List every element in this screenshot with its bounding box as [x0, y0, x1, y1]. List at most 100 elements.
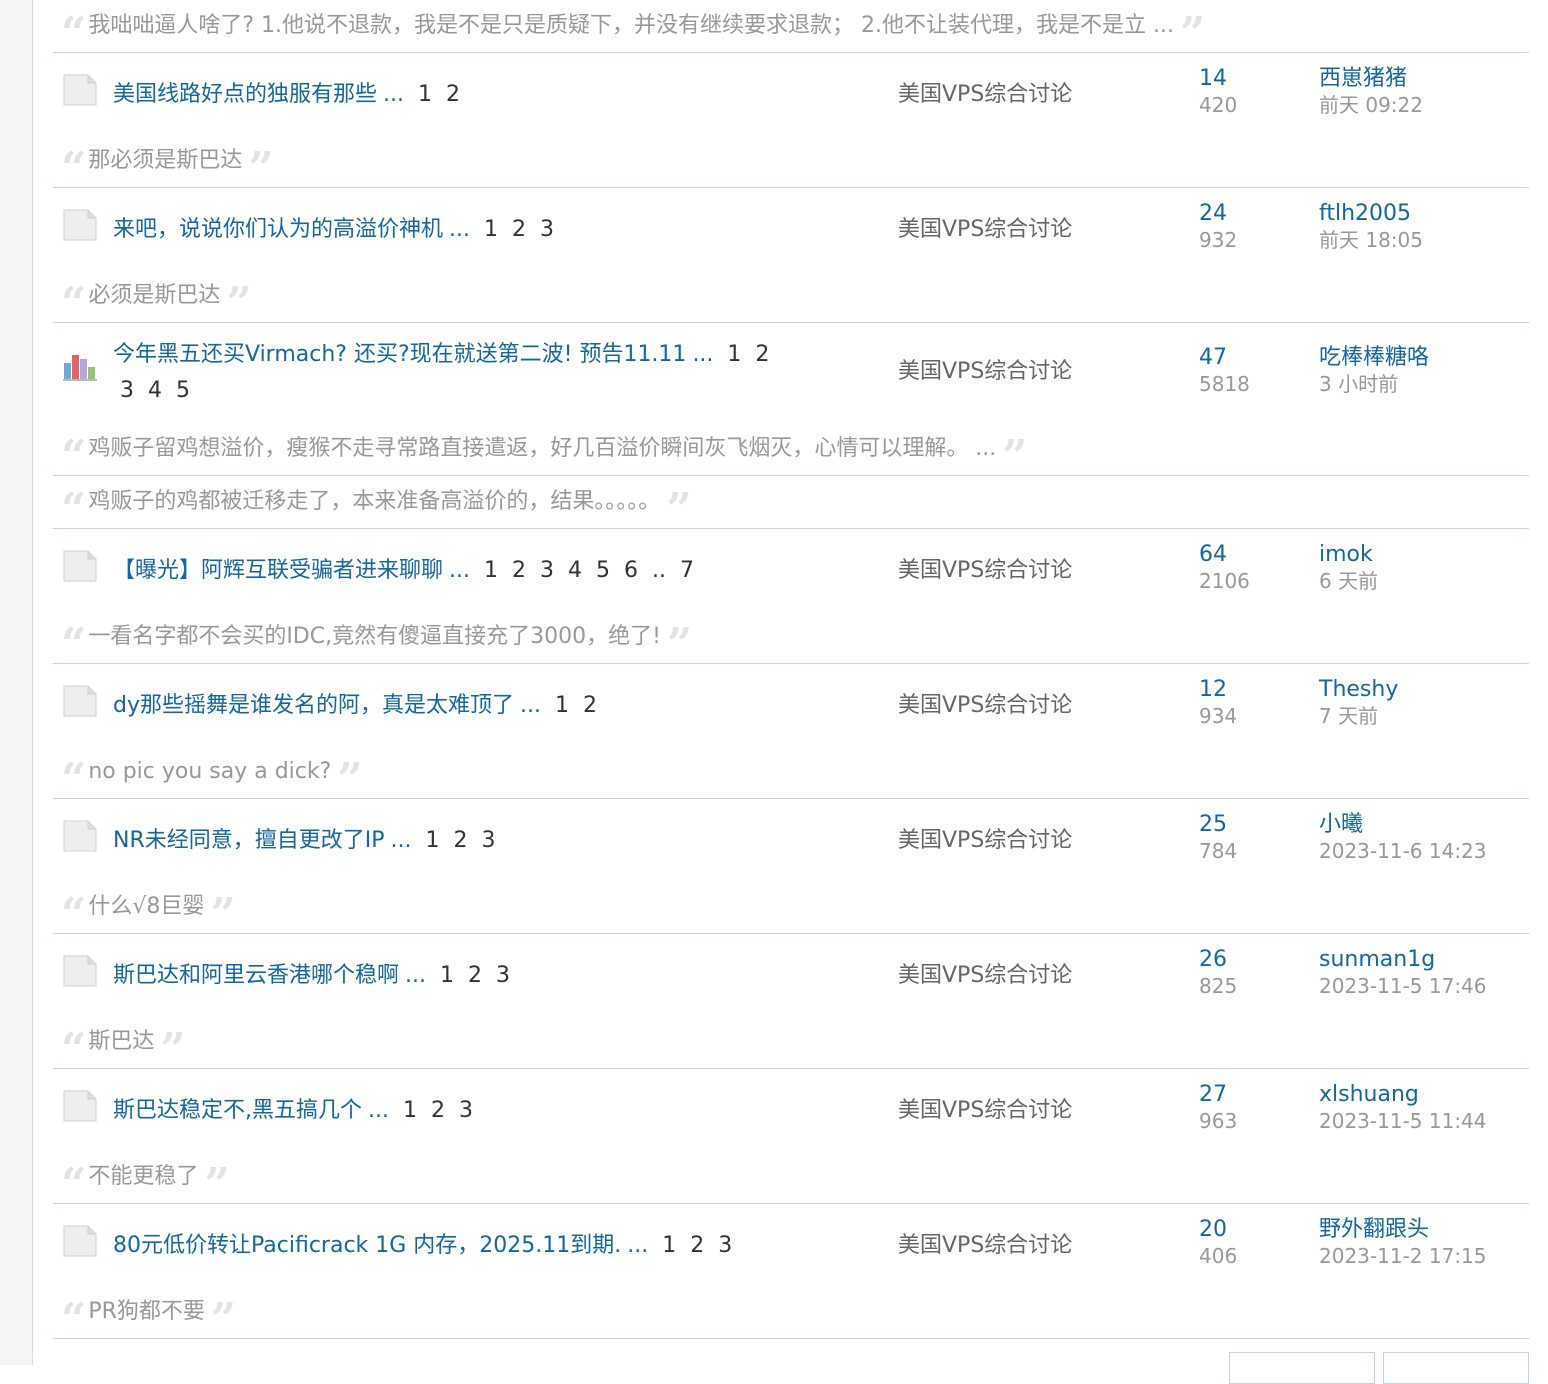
thread-row: 斯巴达稳定不,黑五搞几个... 1 2 3 美国VPS综合讨论 27 963 xlshuan… [53, 1069, 1529, 1151]
page-link[interactable]: 5 [176, 373, 190, 409]
page-link[interactable]: 2 [755, 337, 769, 373]
thread-list: “我咄咄逼人啥了? 1.他说不退款，我是不是只是质疑下，并没有继续要求退款； 2… [53, 0, 1529, 1345]
page-link[interactable]: 2 [690, 1229, 704, 1263]
last-poster-link[interactable]: 野外翻跟头 [1319, 1216, 1487, 1243]
quote-text: no pic you say a dick? [88, 759, 332, 784]
last-post-time[interactable]: 前天 09:22 [1319, 92, 1423, 119]
page-link[interactable]: 2 [446, 78, 460, 112]
thread-counts: 20 406 [1199, 1216, 1237, 1270]
page-link[interactable]: 1 [484, 213, 498, 247]
last-poster-link[interactable]: imok [1319, 541, 1378, 568]
last-post-time[interactable]: 2023-11-2 17:15 [1319, 1243, 1487, 1270]
thread-title-area: dy那些摇舞是谁发名的阿，真是太难顶了... 12 [113, 689, 913, 723]
last-poster-link[interactable]: xlshuang [1319, 1081, 1487, 1108]
page-link[interactable]: 2 [583, 689, 597, 723]
folder-icon [63, 955, 97, 987]
reply-count[interactable]: 12 [1199, 676, 1237, 703]
pager-button-next[interactable] [1383, 1352, 1529, 1384]
left-sidebar-rail [0, 0, 33, 1365]
quote-text: 一看名字都不会买的IDC,竟然有傻逼直接充了3000，绝了! [88, 624, 661, 649]
last-poster-link[interactable]: Theshy [1319, 676, 1398, 703]
thread-title-link[interactable]: 美国线路好点的独服有那些 [113, 82, 377, 107]
page-link[interactable]: 2 [512, 213, 526, 247]
page-link[interactable]: 7 [680, 554, 694, 588]
last-post-time[interactable]: 7 天前 [1319, 703, 1398, 730]
last-post-time[interactable]: 6 天前 [1319, 568, 1378, 595]
thread-title-link[interactable]: dy那些摇舞是谁发名的阿，真是太难顶了 [113, 693, 514, 718]
pager-button-prev[interactable] [1229, 1352, 1375, 1384]
last-poster-link[interactable]: 吃棒棒糖咯 [1319, 344, 1429, 371]
last-post-time[interactable]: 2023-11-5 11:44 [1319, 1108, 1487, 1135]
quote-text: 不能更稳了 [88, 1164, 199, 1189]
open-quote-icon: “ [61, 278, 87, 329]
thread-title-area: 美国线路好点的独服有那些... 12 [113, 78, 913, 112]
last-poster-link[interactable]: sunman1g [1319, 946, 1487, 973]
thread-title-link[interactable]: 斯巴达和阿里云香港哪个稳啊 [113, 963, 399, 988]
thread-title-link[interactable]: 今年黑五还买Virmach? 还买?现在就送第二波! 预告11.11 [113, 342, 686, 367]
page-link[interactable]: 3 [496, 959, 510, 993]
page-link[interactable]: 1 [662, 1229, 676, 1263]
reply-count[interactable]: 24 [1199, 200, 1237, 227]
page-link[interactable]: 6 [624, 554, 638, 588]
thread-title-link[interactable]: 80元低价转让Pacificrack 1G 内存，2025.11到期. [113, 1233, 621, 1258]
reply-count[interactable]: 14 [1199, 65, 1237, 92]
page-link[interactable]: 1 [555, 689, 569, 723]
page-link[interactable]: 4 [148, 373, 162, 409]
last-post-time[interactable]: 前天 18:05 [1319, 227, 1423, 254]
close-quote-icon: ” [1179, 8, 1206, 59]
thread-title-link[interactable]: 斯巴达稳定不,黑五搞几个 [113, 1098, 362, 1123]
thread-title-link[interactable]: 【曝光】阿辉互联受骗者进来聊聊 [113, 558, 443, 583]
last-poster-link[interactable]: 西崽猪猪 [1319, 65, 1423, 92]
page-link[interactable]: 3 [481, 824, 495, 858]
page-link[interactable]: 1 [418, 78, 432, 112]
thread-row: NR未经同意，擅自更改了IP... 1 2 3 美国VPS综合讨论 25 784 小曦 202… [53, 799, 1529, 881]
page-link[interactable]: 2 [431, 1094, 445, 1128]
last-post-time[interactable]: 3 小时前 [1319, 371, 1429, 398]
forum-link[interactable]: 美国VPS综合讨论 [898, 959, 1072, 993]
last-poster-link[interactable]: ftlh2005 [1319, 200, 1423, 227]
close-quote-icon: ” [337, 754, 363, 805]
page-link[interactable]: 2 [468, 959, 482, 993]
forum-link[interactable]: 美国VPS综合讨论 [898, 824, 1072, 858]
forum-link[interactable]: 美国VPS综合讨论 [898, 78, 1072, 112]
page-link[interactable]: 4 [568, 554, 582, 588]
page-link[interactable]: 3 [540, 554, 554, 588]
last-post-time[interactable]: 2023-11-6 14:23 [1319, 838, 1487, 865]
thread-title-area: NR未经同意，擅自更改了IP... 123 [113, 824, 913, 858]
quote-text: PR狗都不要 [88, 1299, 205, 1324]
reply-count[interactable]: 47 [1199, 344, 1250, 371]
forum-link[interactable]: 美国VPS综合讨论 [898, 554, 1072, 588]
reply-count[interactable]: 20 [1199, 1216, 1237, 1243]
reply-count[interactable]: 26 [1199, 946, 1237, 973]
close-quote-icon: ” [210, 1294, 237, 1345]
page-link[interactable]: 1 [727, 337, 741, 373]
forum-link[interactable]: 美国VPS综合讨论 [898, 1094, 1072, 1128]
forum-link[interactable]: 美国VPS综合讨论 [898, 689, 1072, 723]
page-link[interactable]: 1 [403, 1094, 417, 1128]
last-post-time[interactable]: 2023-11-5 17:46 [1319, 973, 1487, 1000]
page-link[interactable]: 3 [718, 1229, 732, 1263]
page-link[interactable]: .. [652, 554, 666, 588]
page-link[interactable]: 3 [540, 213, 554, 247]
forum-link[interactable]: 美国VPS综合讨论 [898, 213, 1072, 247]
page-link[interactable]: 1 [425, 824, 439, 858]
thread-title-area: 来吧，说说你们认为的高溢价神机... 123 [113, 213, 913, 247]
forum-link[interactable]: 美国VPS综合讨论 [898, 355, 1072, 389]
last-reply-quote: “必须是斯巴达” [53, 270, 1529, 329]
thread-title-link[interactable]: NR未经同意，擅自更改了IP [113, 828, 385, 853]
page-link[interactable]: 1 [484, 554, 498, 588]
thread-title-link[interactable]: 来吧，说说你们认为的高溢价神机 [113, 217, 443, 242]
reply-count[interactable]: 64 [1199, 541, 1250, 568]
reply-count[interactable]: 25 [1199, 811, 1237, 838]
reply-count[interactable]: 27 [1199, 1081, 1237, 1108]
page-link[interactable]: 2 [453, 824, 467, 858]
forum-link[interactable]: 美国VPS综合讨论 [898, 1229, 1072, 1263]
last-poster-link[interactable]: 小曦 [1319, 811, 1487, 838]
page-link[interactable]: 5 [596, 554, 610, 588]
page-link[interactable]: 3 [120, 373, 134, 409]
last-reply-quote: “鸡贩子的鸡都被迁移走了，本来准备高溢价的，结果。。。。。” [53, 476, 1529, 532]
page-link[interactable]: 1 [440, 959, 454, 993]
page-link[interactable]: 2 [512, 554, 526, 588]
page-link[interactable]: 3 [459, 1094, 473, 1128]
thread-counts: 27 963 [1199, 1081, 1237, 1135]
